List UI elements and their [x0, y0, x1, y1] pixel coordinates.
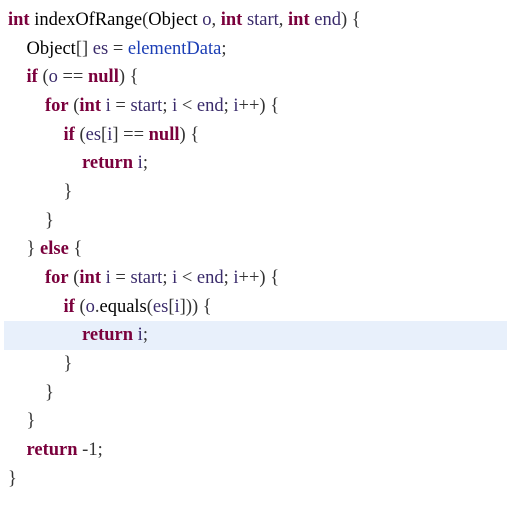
token-punct: ;	[143, 325, 148, 345]
code-line: }	[4, 407, 507, 436]
token-var: es	[93, 39, 108, 59]
token-punct: ;	[221, 39, 226, 59]
token-punct: ;	[143, 153, 148, 173]
code-line: if (o.equals(es[i])) {	[4, 293, 507, 322]
token-punct: ;	[162, 96, 172, 116]
token-punct: (	[69, 268, 80, 288]
token-var: o	[49, 67, 58, 87]
token-punct: ++) {	[239, 268, 280, 288]
token-punct: ;	[162, 268, 172, 288]
token-punct: <	[177, 96, 197, 116]
token-var: o	[86, 297, 95, 317]
code-line: for (int i = start; i < end; i++) {	[4, 92, 507, 121]
token-punct: ++) {	[239, 96, 280, 116]
token-punct: =	[111, 268, 131, 288]
token-punct: ;	[224, 268, 234, 288]
token-punct: =	[108, 39, 128, 59]
token-punct: }	[27, 411, 36, 431]
token-var: end	[314, 10, 341, 30]
token-punct: ) {	[179, 125, 199, 145]
code-line: }	[4, 465, 507, 494]
token-var: es	[153, 297, 168, 317]
token-type: int	[79, 268, 101, 288]
token-punct: ) {	[341, 10, 361, 30]
code-line: for (int i = start; i < end; i++) {	[4, 264, 507, 293]
token-punct: }	[45, 383, 54, 403]
token-punct: ;	[224, 96, 234, 116]
token-punct: (	[38, 67, 49, 87]
token-punct: }	[64, 354, 73, 374]
token-cls: Object	[148, 10, 197, 30]
code-line: Object[] es = elementData;	[4, 35, 507, 64]
code-line: return -1;	[4, 436, 507, 465]
token-punct: []	[76, 39, 93, 59]
code-line: int indexOfRange(Object o, int start, in…	[4, 6, 507, 35]
token-punct: (	[69, 96, 80, 116]
token-punct: =	[111, 96, 131, 116]
token-kw: for	[45, 268, 69, 288]
token-punct: }	[64, 182, 73, 202]
token-name: equals	[99, 297, 146, 317]
token-type: int	[221, 10, 243, 30]
token-type: int	[288, 10, 310, 30]
token-var: start	[130, 96, 162, 116]
code-line: }	[4, 178, 507, 207]
token-var: end	[197, 96, 224, 116]
token-kw: null	[88, 67, 119, 87]
code-line: }	[4, 379, 507, 408]
token-punct: ] ==	[112, 125, 148, 145]
token-punct: {	[69, 239, 83, 259]
token-kw: return	[82, 325, 133, 345]
token-kw: for	[45, 96, 69, 116]
token-kw: else	[40, 239, 69, 259]
token-kw: if	[64, 297, 75, 317]
token-punct: ])) {	[180, 297, 212, 317]
token-kw: if	[27, 67, 38, 87]
token-punct: -	[78, 440, 89, 460]
token-var: es	[86, 125, 101, 145]
token-punct: (	[75, 125, 86, 145]
token-type: int	[79, 96, 101, 116]
token-punct: ) {	[119, 67, 139, 87]
token-name: indexOfRange	[34, 10, 142, 30]
token-punct: ,	[279, 10, 288, 30]
token-var: end	[197, 268, 224, 288]
token-num: 1	[88, 440, 97, 460]
code-line: return i;	[4, 149, 507, 178]
token-punct: ,	[211, 10, 220, 30]
code-line: if (o == null) {	[4, 63, 507, 92]
code-line: }	[4, 207, 507, 236]
token-kw: if	[64, 125, 75, 145]
token-punct: }	[8, 469, 17, 489]
code-line: return i;	[4, 321, 507, 350]
token-var: start	[130, 268, 162, 288]
token-punct: ;	[98, 440, 103, 460]
token-field: elementData	[128, 39, 221, 59]
token-punct: <	[177, 268, 197, 288]
code-block: int indexOfRange ( Object o, int start, in…	[4, 6, 507, 493]
token-punct: }	[45, 211, 54, 231]
token-punct: }	[27, 239, 41, 259]
code-line: } else {	[4, 235, 507, 264]
token-var: start	[247, 10, 279, 30]
token-type: int	[8, 10, 30, 30]
token-punct: ==	[58, 67, 88, 87]
token-cls: Object	[27, 39, 76, 59]
code-line: }	[4, 350, 507, 379]
token-kw: return	[82, 153, 133, 173]
token-kw: return	[27, 440, 78, 460]
code-line: if (es[i] == null) {	[4, 121, 507, 150]
token-kw: null	[149, 125, 180, 145]
token-punct: (	[75, 297, 86, 317]
